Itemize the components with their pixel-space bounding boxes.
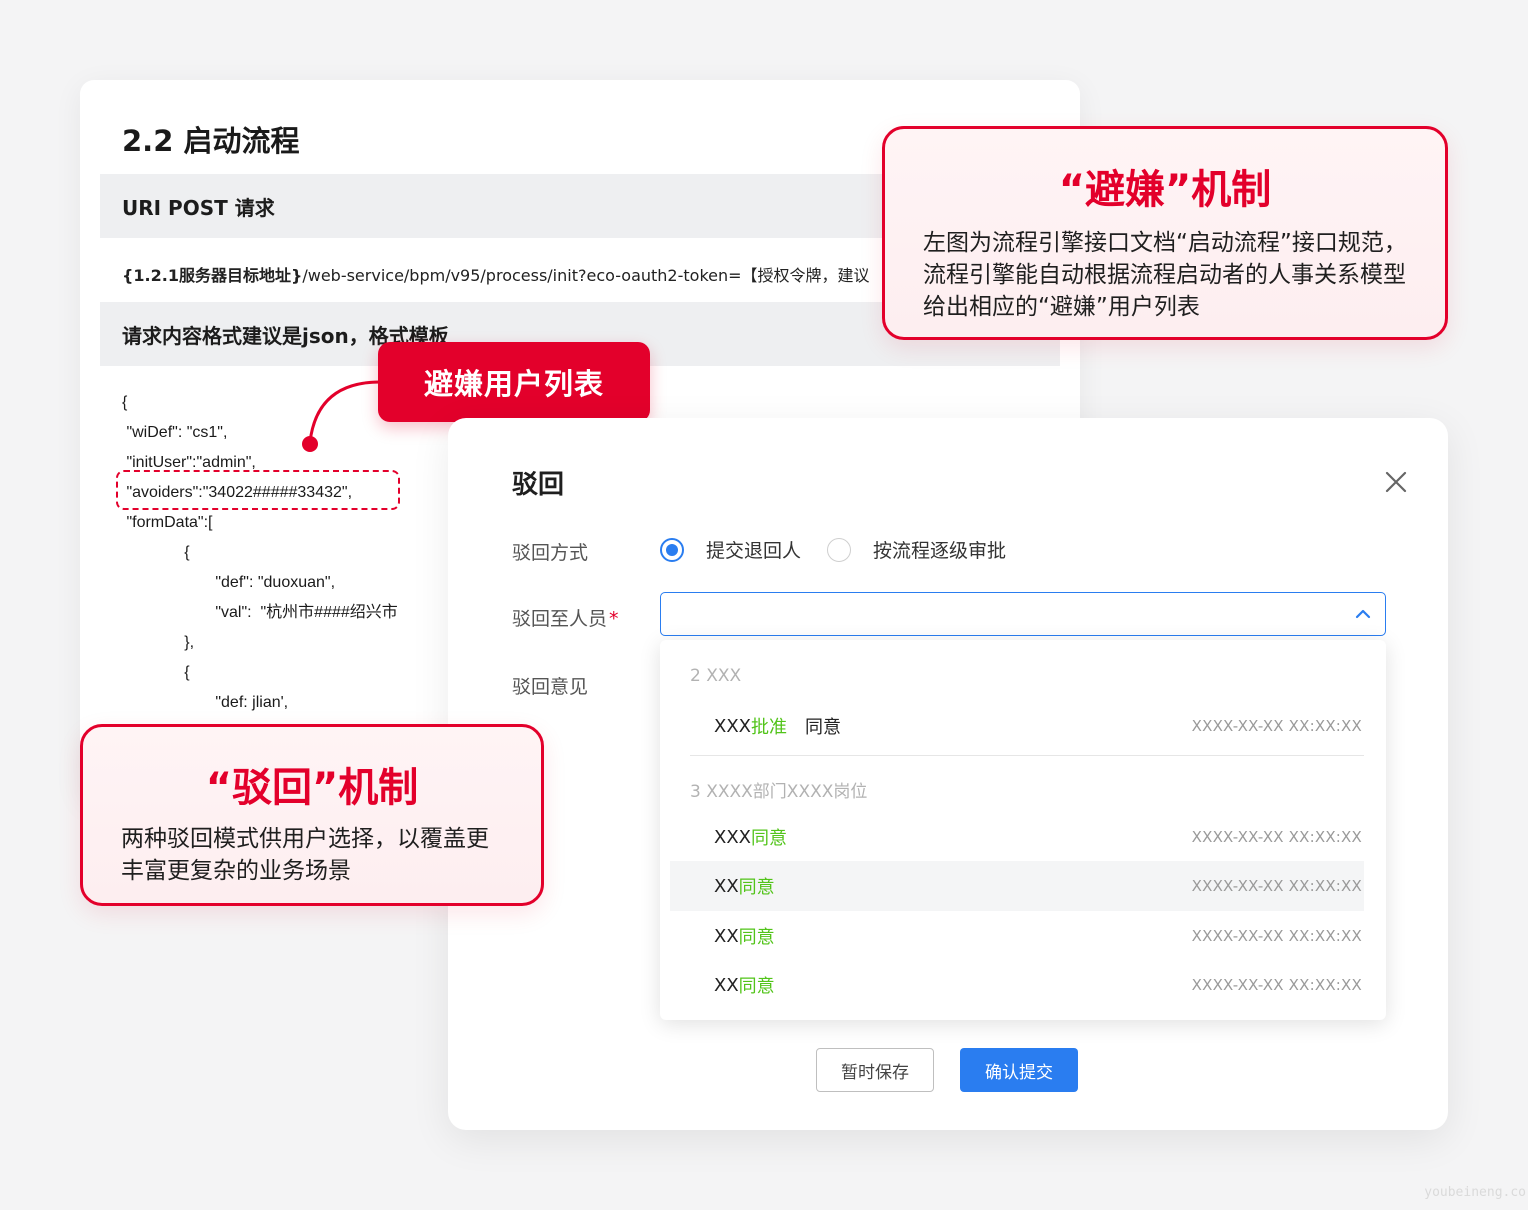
reject-person-select[interactable] bbox=[660, 592, 1386, 636]
reject-method-label: 驳回方式 bbox=[512, 542, 589, 564]
dropdown-option[interactable]: XXX 批准 同意 XXXX-XX-XX XX:XX:XX bbox=[670, 701, 1364, 751]
option-status: 同意 bbox=[738, 877, 775, 898]
radio-step-by-step[interactable]: 按流程逐级审批 bbox=[827, 536, 1006, 563]
dropdown-option[interactable]: XX 同意 XXXX-XX-XX XX:XX:XX bbox=[670, 911, 1364, 961]
chevron-up-icon bbox=[1355, 609, 1371, 619]
code-line: "val": "杭州市####绍兴市 bbox=[122, 604, 398, 621]
option-name: XXX bbox=[714, 826, 751, 848]
reject-opinion-label: 驳回意见 bbox=[512, 676, 589, 698]
callout-title: “避嫌”机制 bbox=[1058, 167, 1272, 213]
option-name: XX bbox=[714, 875, 739, 897]
dropdown-group-title: 2 XXX bbox=[690, 666, 742, 686]
option-time: XXXX-XX-XX XX:XX:XX bbox=[1191, 717, 1362, 735]
option-status: 同意 bbox=[751, 828, 787, 849]
option-comment: 同意 bbox=[805, 717, 841, 738]
option-name: XXX bbox=[714, 715, 751, 737]
option-time: XXXX-XX-XX XX:XX:XX bbox=[1191, 828, 1362, 846]
dropdown-option[interactable]: XXX 同意 XXXX-XX-XX XX:XX:XX bbox=[670, 812, 1364, 862]
watermark: youbeineng.co bbox=[1424, 1185, 1526, 1200]
reject-to-person-label: 驳回至人员 * bbox=[512, 604, 619, 631]
reject-method-radio-group: 提交退回人 按流程逐级审批 bbox=[660, 536, 1032, 563]
option-time: XXXX-XX-XX XX:XX:XX bbox=[1191, 877, 1362, 895]
radio-label: 提交退回人 bbox=[706, 540, 802, 562]
code-line: "def": "duoxuan", bbox=[122, 574, 336, 591]
dropdown-option[interactable]: XX 同意 XXXX-XX-XX XX:XX:XX bbox=[670, 861, 1364, 911]
code-line: { bbox=[122, 664, 190, 681]
confirm-submit-button[interactable]: 确认提交 bbox=[960, 1048, 1078, 1092]
callout-text: 左图为流程引擎接口文档“启动流程”接口规范，流程引擎能自动根据流程启动者的人事关… bbox=[923, 230, 1407, 320]
doc-url: {1.2.1服务器目标地址}/web-service/bpm/v95/proce… bbox=[122, 262, 870, 286]
save-draft-button[interactable]: 暂时保存 bbox=[816, 1048, 934, 1092]
avoid-user-list-tag: 避嫌用户列表 bbox=[378, 342, 650, 422]
option-status: 批准 bbox=[751, 717, 787, 738]
reject-modal: 驳回 驳回方式 提交退回人 按流程逐级审批 驳回至人员 * 驳回意见 2 XXX … bbox=[448, 418, 1448, 1130]
modal-title: 驳回 bbox=[512, 470, 565, 500]
radio-unchecked-icon[interactable] bbox=[827, 537, 852, 562]
option-status: 同意 bbox=[738, 976, 775, 997]
close-icon[interactable] bbox=[1384, 470, 1408, 494]
connector-line bbox=[302, 380, 381, 452]
url-path: /web-service/bpm/v95/process/init?eco-oa… bbox=[302, 266, 870, 285]
avoid-mechanism-callout: “避嫌”机制 左图为流程引擎接口文档“启动流程”接口规范，流程引擎能自动根据流程… bbox=[882, 126, 1448, 340]
url-host: {1.2.1服务器目标地址} bbox=[122, 266, 303, 285]
callout-title: “驳回”机制 bbox=[205, 765, 419, 811]
option-time: XXXX-XX-XX XX:XX:XX bbox=[1191, 927, 1362, 945]
radio-submit-returner[interactable]: 提交退回人 bbox=[660, 536, 801, 563]
code-line: }, bbox=[122, 634, 195, 651]
option-status: 同意 bbox=[738, 927, 775, 948]
required-mark: * bbox=[609, 608, 619, 630]
radio-label: 按流程逐级审批 bbox=[873, 540, 1007, 562]
dropdown-group-title: 3 XXXX部门XXXX岗位 bbox=[690, 782, 868, 802]
option-name: XX bbox=[714, 974, 739, 996]
callout-text: 两种驳回模式供用户选择，以覆盖更丰富更复杂的业务场景 bbox=[121, 826, 489, 884]
radio-checked-icon[interactable] bbox=[660, 537, 684, 562]
code-line: "formData":[ bbox=[122, 514, 213, 531]
code-line: "def: jlian', bbox=[122, 694, 289, 711]
option-name: XX bbox=[714, 925, 739, 947]
label-text: 驳回至人员 bbox=[512, 608, 608, 630]
option-time: XXXX-XX-XX XX:XX:XX bbox=[1191, 976, 1362, 994]
reject-mechanism-callout: “驳回”机制 两种驳回模式供用户选择，以覆盖更丰富更复杂的业务场景 bbox=[80, 724, 544, 906]
dropdown-divider bbox=[690, 755, 1364, 756]
dropdown-option[interactable]: XX 同意 XXXX-XX-XX XX:XX:XX bbox=[670, 960, 1364, 1010]
doc-title: 2.2 启动流程 bbox=[122, 124, 300, 158]
reject-person-dropdown: 2 XXX XXX 批准 同意 XXXX-XX-XX XX:XX:XX 3 XX… bbox=[660, 640, 1386, 1020]
code-line: { bbox=[122, 544, 190, 561]
avoiders-highlight bbox=[116, 470, 400, 510]
